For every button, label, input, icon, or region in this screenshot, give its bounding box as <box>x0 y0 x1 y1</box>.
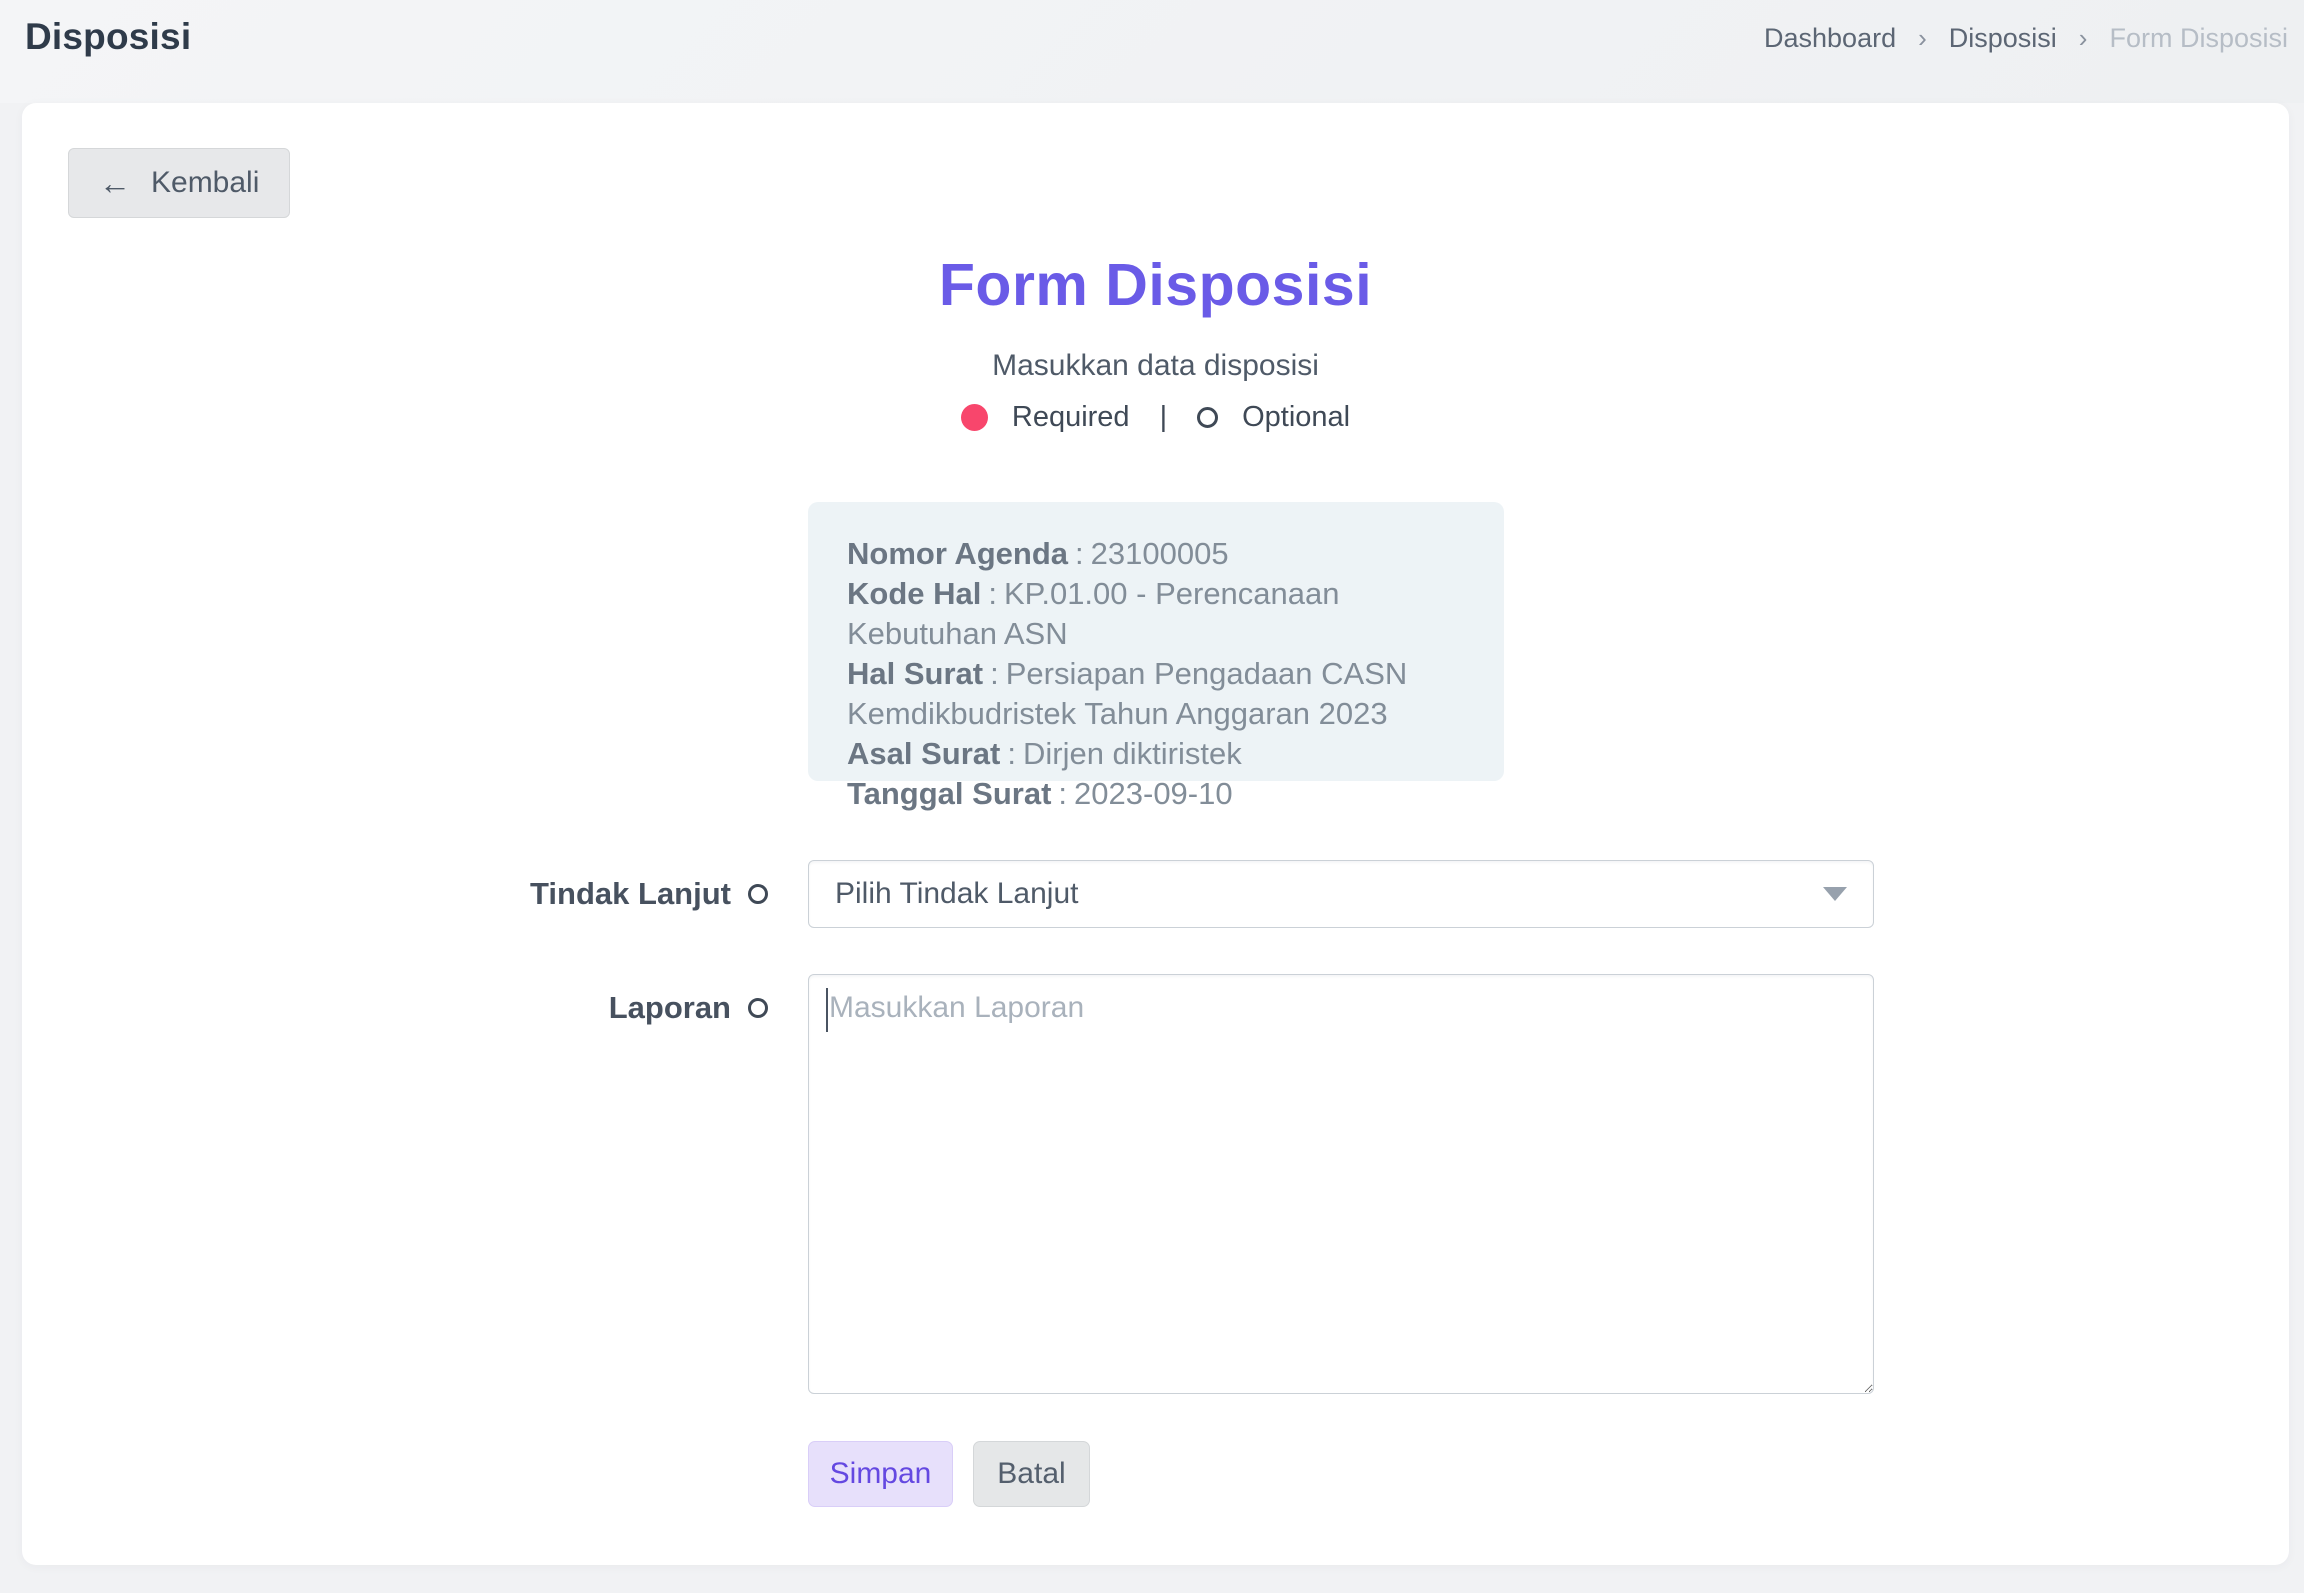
field-label-text: Tindak Lanjut <box>530 876 731 912</box>
info-label: Asal Surat <box>847 736 1000 771</box>
breadcrumb-item-dashboard[interactable]: Dashboard <box>1764 23 1896 54</box>
info-row-asal-surat: Asal Surat:Dirjen diktiristek <box>847 734 1474 774</box>
info-row-kode-hal: Kode Hal:KP.01.00 - Perencanaan Kebutuha… <box>847 574 1474 654</box>
breadcrumb-separator-icon: › <box>2079 23 2088 54</box>
required-dot-icon <box>961 404 988 431</box>
required-label: Required <box>1012 401 1130 434</box>
laporan-field <box>808 974 1874 1394</box>
info-label: Kode Hal <box>847 576 981 611</box>
top-header: Disposisi Dashboard › Disposisi › Form D… <box>0 0 2304 103</box>
info-value: 23100005 <box>1091 536 1229 571</box>
cancel-button[interactable]: Batal <box>973 1441 1090 1507</box>
page-title: Disposisi <box>25 16 191 58</box>
legend-separator: | <box>1154 401 1174 434</box>
form-title: Form Disposisi <box>22 251 2289 319</box>
form-subtitle: Masukkan data disposisi <box>22 349 2289 383</box>
info-value: Dirjen diktiristek <box>1023 736 1242 771</box>
optional-indicator-icon <box>748 884 768 904</box>
info-row-nomor-agenda: Nomor Agenda:23100005 <box>847 534 1474 574</box>
letter-info-box: Nomor Agenda:23100005 Kode Hal:KP.01.00 … <box>808 502 1504 781</box>
optional-indicator-icon <box>748 998 768 1018</box>
form-card: ← Kembali Form Disposisi Masukkan data d… <box>22 103 2289 1565</box>
save-button[interactable]: Simpan <box>808 1441 953 1507</box>
breadcrumb-separator-icon: › <box>1918 23 1927 54</box>
info-label: Tanggal Surat <box>847 776 1051 811</box>
chevron-down-icon <box>1823 887 1847 901</box>
optional-label: Optional <box>1242 401 1350 434</box>
field-label-laporan: Laporan <box>22 974 768 1042</box>
breadcrumb: Dashboard › Disposisi › Form Disposisi <box>1764 23 2290 54</box>
back-button[interactable]: ← Kembali <box>68 148 290 218</box>
info-value: 2023-09-10 <box>1074 776 1233 811</box>
info-label: Hal Surat <box>847 656 983 691</box>
legend: Required | Optional <box>22 401 2289 434</box>
info-row-tanggal-surat: Tanggal Surat:2023-09-10 <box>847 774 1474 814</box>
form-actions: Simpan Batal <box>808 1441 1090 1507</box>
breadcrumb-item-disposisi[interactable]: Disposisi <box>1949 23 2057 54</box>
info-row-hal-surat: Hal Surat:Persiapan Pengadaan CASN Kemdi… <box>847 654 1474 734</box>
info-label: Nomor Agenda <box>847 536 1068 571</box>
laporan-textarea[interactable] <box>808 974 1874 1394</box>
tindak-lanjut-select[interactable]: Pilih Tindak Lanjut <box>808 860 1874 928</box>
optional-circle-icon <box>1197 407 1218 428</box>
select-value: Pilih Tindak Lanjut <box>835 877 1079 911</box>
back-button-label: Kembali <box>151 166 259 200</box>
arrow-left-icon: ← <box>99 167 131 199</box>
field-label-text: Laporan <box>609 990 731 1026</box>
field-label-tindak-lanjut: Tindak Lanjut <box>22 860 768 928</box>
breadcrumb-item-form-disposisi: Form Disposisi <box>2109 23 2288 54</box>
